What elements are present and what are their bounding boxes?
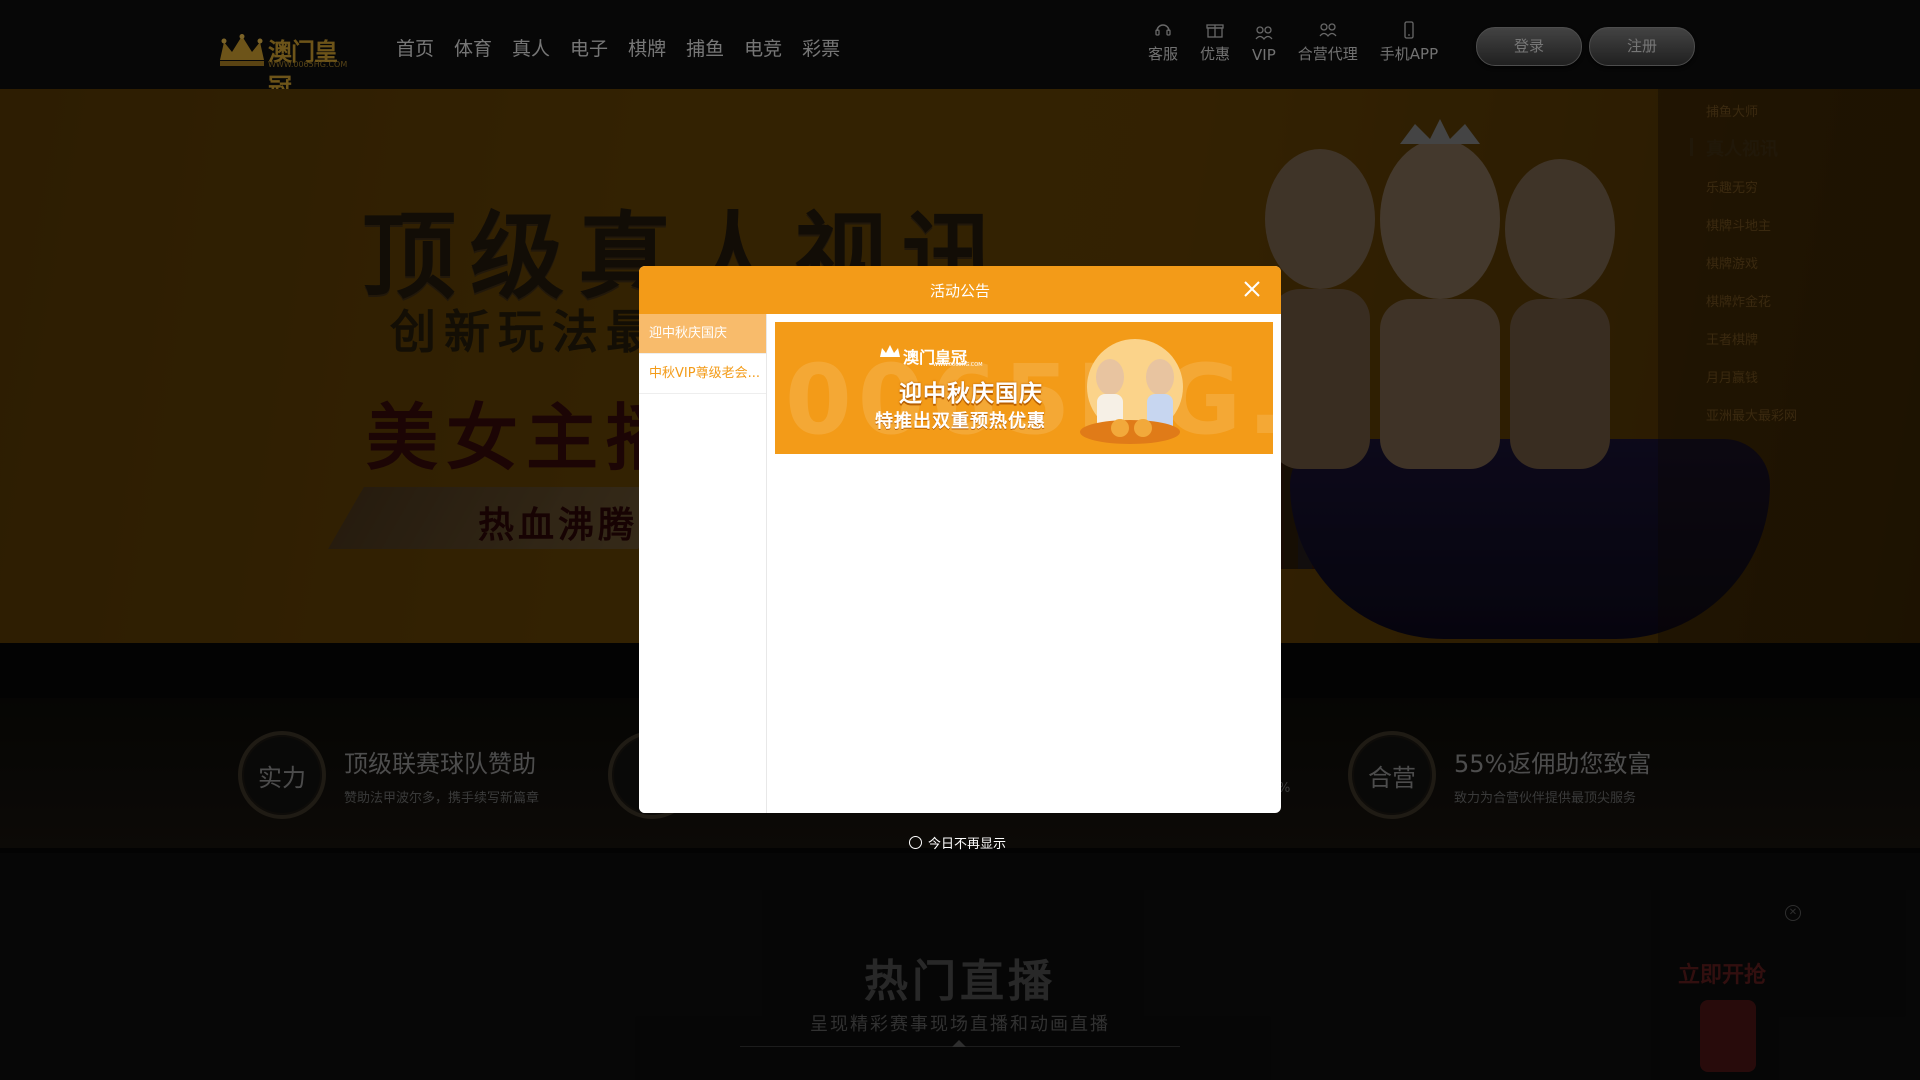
dont-show-today-option[interactable]: 今日不再显示 [909, 833, 1006, 852]
dont-show-label: 今日不再显示 [928, 837, 1007, 852]
modal-header: 活动公告 [639, 266, 1281, 314]
mooncake-hosts-image [1080, 339, 1183, 444]
promo-banner-image[interactable]: 0065HG.COM 澳门皇冠 WWW.0065HG.COM 迎中秋庆国庆 特推… [775, 322, 1273, 454]
announcement-tab-list: 迎中秋庆国庆 中秋VIP尊级老会... [639, 314, 767, 813]
promo-subline: 特推出双重预热优惠 [875, 411, 1046, 432]
modal-title: 活动公告 [929, 282, 990, 300]
announcement-tab-active[interactable]: 迎中秋庆国庆 [639, 314, 766, 354]
promo-headline: 迎中秋庆国庆 [899, 381, 1043, 407]
announcement-modal: 活动公告 迎中秋庆国庆 中秋VIP尊级老会... 0065HG.COM 澳门皇冠… [639, 266, 1281, 813]
promo-logo-url: WWW.0065HG.COM [933, 362, 983, 368]
radio-button[interactable] [909, 836, 922, 849]
announcement-tab[interactable]: 中秋VIP尊级老会... [639, 354, 766, 394]
close-icon[interactable] [1239, 276, 1265, 302]
crown-logo-icon [880, 345, 900, 357]
